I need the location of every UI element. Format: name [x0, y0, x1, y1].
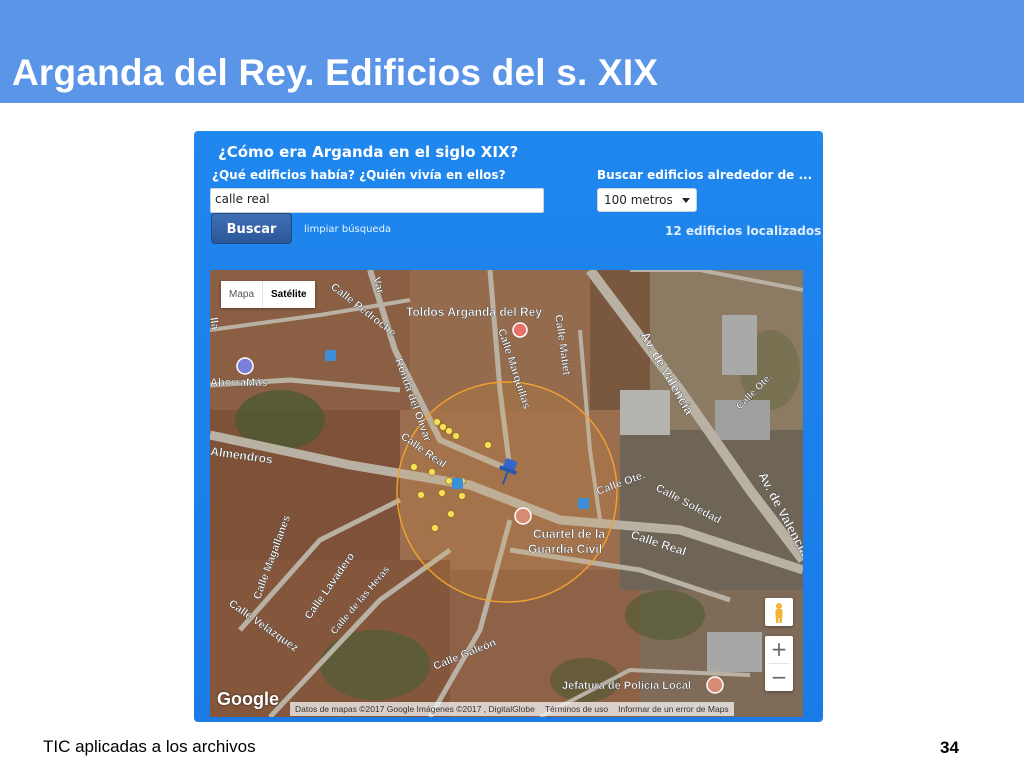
map-canvas: Toldos Arganda del Rey AhorraMás Almendr… — [210, 270, 803, 717]
bus-stop-icon — [325, 350, 336, 361]
report-error-link[interactable]: Informar de un error de Maps — [613, 702, 734, 716]
map-data-attribution: Datos de mapas ©2017 Google Imágenes ©20… — [295, 704, 535, 714]
police-pin-icon — [706, 676, 724, 694]
map-attribution: Datos de mapas ©2017 Google Imágenes ©20… — [290, 702, 734, 716]
label-ahorra: AhorraMás — [210, 377, 267, 389]
guardia-civil-pin-icon — [514, 507, 532, 525]
radius-select[interactable]: 100 metros — [597, 188, 697, 212]
label-cuartel-2: Guardia Civil — [528, 542, 602, 556]
shop-pin-icon — [512, 322, 528, 338]
search-radius-circle — [396, 381, 618, 603]
zoom-control: + − — [765, 636, 793, 691]
bus-stop-icon-2 — [452, 478, 463, 489]
radius-select-value: 100 metros — [604, 193, 673, 207]
google-logo: Google — [217, 689, 279, 709]
label-jefatura: Jefatura de Policía Local — [562, 680, 691, 692]
map[interactable]: Toldos Arganda del Rey AhorraMás Almendr… — [210, 270, 803, 717]
search-button[interactable]: Buscar — [211, 213, 292, 244]
label-toldos: Toldos Arganda del Rey — [406, 305, 542, 319]
terms-link[interactable]: Términos de uso — [540, 702, 613, 716]
slide-header: Arganda del Rey. Edificios del s. XIX — [0, 0, 1024, 103]
app-subheading: ¿Qué edificios había? ¿Quién vivía en el… — [212, 168, 506, 182]
bus-stop-icon-3 — [578, 498, 589, 509]
slide-title: Arganda del Rey. Edificios del s. XIX — [12, 52, 659, 93]
zoom-out-button[interactable]: − — [765, 664, 793, 691]
map-type-map-button[interactable]: Mapa — [221, 281, 262, 308]
clear-search-link[interactable]: limpiar búsqueda — [304, 224, 391, 235]
map-type-satellite-button[interactable]: Satélite — [262, 281, 315, 308]
radius-label: Buscar edificios alrededor de ... — [597, 168, 813, 182]
footer-text: TIC aplicadas a los archivos — [43, 737, 256, 756]
cart-pin-icon — [236, 357, 254, 375]
label-cuartel-1: Cuartel de la — [533, 527, 605, 541]
page-number: 34 — [940, 738, 959, 757]
zoom-in-button[interactable]: + — [765, 636, 793, 663]
app-panel: ¿Cómo era Arganda en el siglo XIX? ¿Qué … — [194, 131, 823, 722]
result-count: 12 edificios localizados — [665, 224, 822, 238]
chevron-down-icon — [682, 198, 690, 203]
map-type-control: Mapa Satélite — [221, 281, 315, 308]
pegman-icon[interactable] — [765, 598, 793, 626]
app-heading: ¿Cómo era Arganda en el siglo XIX? — [218, 143, 519, 161]
search-input[interactable]: calle real — [210, 188, 544, 213]
